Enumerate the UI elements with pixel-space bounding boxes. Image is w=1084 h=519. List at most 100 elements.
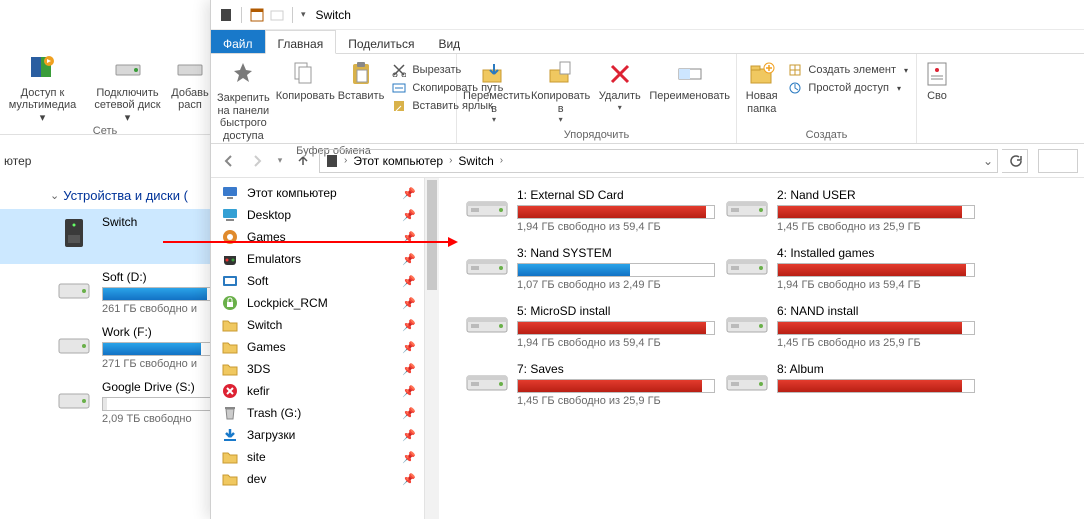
drive-name: 6: NAND install [777,304,975,318]
pin-icon: 📌 [402,275,416,288]
refresh-button[interactable] [1002,149,1028,173]
drive-free-space: 1,45 ГБ свободно из 25,9 ГБ [777,221,975,233]
drive-tile[interactable]: 8: Album [725,362,975,414]
nav-item[interactable]: Trash (G:) 📌 [211,402,424,424]
pin-icon: 📌 [402,407,416,420]
add-location-button[interactable]: Добавь расп [170,45,210,134]
paste-button[interactable]: Вставить [338,60,385,103]
drive-free-space: 1,94 ГБ свободно из 59,4 ГБ [517,221,715,233]
drive-name: 1: External SD Card [517,188,715,202]
drive-name: 5: MicroSD install [517,304,715,318]
drive-name: 4: Installed games [777,246,975,260]
capacity-bar [517,321,715,335]
search-box[interactable] [1038,149,1078,173]
tab-file[interactable]: Файл [211,30,265,53]
address-bar[interactable]: › Этот компьютер › Switch › ⌄ [319,149,998,173]
nav-item-label: Trash (G:) [247,406,301,420]
emulators-icon [221,250,239,268]
folder-icon [221,470,239,488]
breadcrumb-switch[interactable]: Switch [456,154,495,168]
capacity-bar [517,379,715,393]
breadcrumb-pc[interactable]: Этот компьютер [351,154,445,168]
nav-item[interactable]: dev 📌 [211,468,424,490]
drive-tile[interactable]: 3: Nand SYSTEM 1,07 ГБ свободно из 2,49 … [465,246,715,298]
downloads-icon [221,426,239,444]
pushpin-icon [228,60,258,90]
hdd-icon [465,248,509,280]
easy-access-button[interactable]: Простой доступ▾ [786,80,910,96]
scrollbar-thumb[interactable] [427,180,437,290]
qat-properties-icon[interactable] [250,8,264,22]
nav-item[interactable]: Games 📌 [211,226,424,248]
drive-name: 2: Nand USER [777,188,975,202]
soft-icon [221,272,239,290]
nav-item-label: 3DS [247,362,270,376]
chevron-right-icon: › [498,155,505,166]
pin-icon: 📌 [402,473,416,486]
delete-button[interactable]: Удалить▾ [596,60,643,112]
tab-home[interactable]: Главная [265,30,337,54]
new-folder-icon [748,60,776,88]
shortcut-paste-icon [392,99,406,113]
nav-item[interactable]: Desktop 📌 [211,204,424,226]
content-pane[interactable]: 1: External SD Card 1,94 ГБ свободно из … [425,178,1084,519]
nav-item-label: dev [247,472,266,486]
nav-item[interactable]: site 📌 [211,446,424,468]
drive-tile[interactable]: 2: Nand USER 1,45 ГБ свободно из 25,9 ГБ [725,188,975,240]
drive-tile[interactable]: 4: Installed games 1,94 ГБ свободно из 5… [725,246,975,298]
tab-view[interactable]: Вид [426,30,472,53]
nav-item[interactable]: kefir 📌 [211,380,424,402]
capacity-bar [777,321,975,335]
rename-icon [676,60,704,88]
drive-tile[interactable]: 6: NAND install 1,45 ГБ свободно из 25,9… [725,304,975,356]
properties-button[interactable]: Сво [923,60,951,103]
pin-icon: 📌 [402,385,416,398]
hdd-icon [725,248,769,280]
chevron-down-icon: ▾ [125,112,131,124]
nav-item[interactable]: Soft 📌 [211,270,424,292]
back-ribbon: Доступ к мультимедиа ▾ Подключить сетево… [0,45,210,135]
scrollbar[interactable] [425,178,439,519]
address-dropdown[interactable]: ⌄ [983,154,993,168]
pin-quick-access-button[interactable]: Закрепить на панели быстрого доступа [217,60,270,143]
nav-item[interactable]: Switch 📌 [211,314,424,336]
tab-share[interactable]: Поделиться [336,30,426,53]
navigation-pane[interactable]: Этот компьютер 📌 Desktop 📌 Games 📌 Emula… [211,178,425,519]
new-folder-button[interactable]: Новая папка [743,60,780,115]
nav-item[interactable]: Загрузки 📌 [211,424,424,446]
netdrive-icon [112,51,144,83]
map-network-drive-button[interactable]: Подключить сетевой диск ▾ [85,45,170,134]
drive-tile[interactable]: 1: External SD Card 1,94 ГБ свободно из … [465,188,715,240]
drive-free-space: 1,94 ГБ свободно из 59,4 ГБ [777,279,975,291]
rename-button[interactable]: Переименовать [649,60,730,103]
new-item-button[interactable]: Создать элемент▾ [786,62,910,78]
drive-tile[interactable]: 5: MicroSD install 1,94 ГБ свободно из 5… [465,304,715,356]
nav-item[interactable]: Lockpick_RCM 📌 [211,292,424,314]
folder-icon [221,448,239,466]
chevron-right-icon: › [447,155,454,166]
drive-tile[interactable]: 7: Saves 1,45 ГБ свободно из 25,9 ГБ [465,362,715,414]
copy-button[interactable]: Копировать [276,60,332,103]
refresh-icon [1008,154,1022,168]
drive-name: 3: Nand SYSTEM [517,246,715,260]
nav-item[interactable]: Games 📌 [211,336,424,358]
titlebar[interactable]: ▾ Switch [211,0,1084,30]
qat-dropdown[interactable]: ▾ [301,9,306,20]
qat-new-folder-icon[interactable] [270,8,284,22]
media-access-button[interactable]: Доступ к мультимедиа ▾ [0,45,85,134]
nav-item[interactable]: 3DS 📌 [211,358,424,380]
menu-tabs: Файл Главная Поделиться Вид [211,30,1084,54]
back-ribbon-group-label: Сеть [0,125,210,143]
delete-icon [606,60,634,88]
copy-to-button[interactable]: Копировать в▾ [531,60,590,124]
nav-item[interactable]: Этот компьютер 📌 [211,182,424,204]
nav-item-label: Desktop [247,208,291,222]
nav-item-label: Switch [247,318,282,332]
nav-item[interactable]: Emulators 📌 [211,248,424,270]
path-icon [392,81,406,95]
move-to-button[interactable]: Переместить в▾ [463,60,525,124]
chevron-right-icon: › [342,155,349,166]
hdd-icon [465,306,509,338]
ribbon: Закрепить на панели быстрого доступа Коп… [211,54,1084,144]
scissors-icon [392,63,406,77]
